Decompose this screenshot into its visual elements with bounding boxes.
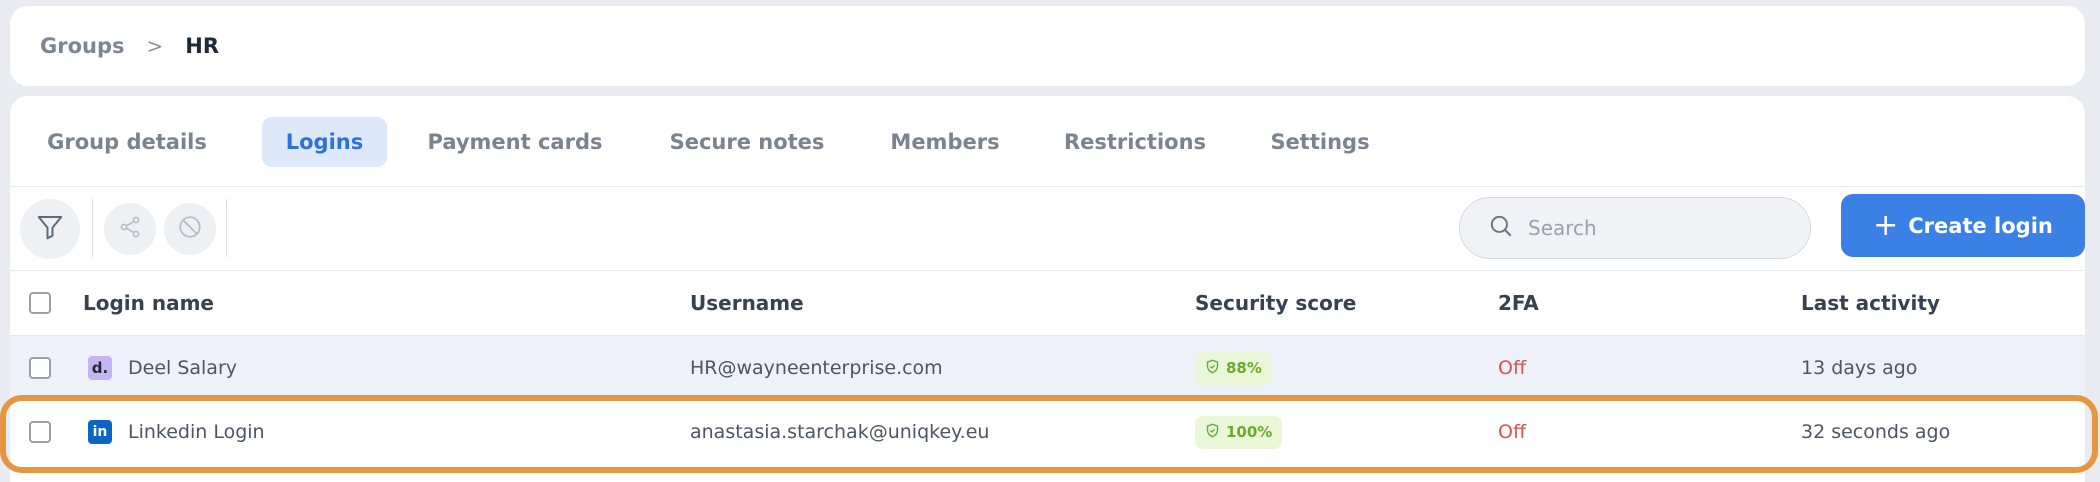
tab-settings[interactable]: Settings bbox=[1255, 117, 1385, 167]
search-field[interactable] bbox=[1459, 197, 1811, 259]
toolbar-divider bbox=[226, 199, 227, 257]
toolbar-divider bbox=[92, 199, 93, 257]
shield-check-icon bbox=[1205, 423, 1220, 442]
login-name-cell: in Linkedin Login bbox=[88, 400, 265, 464]
username-cell: anastasia.starchak@uniqkey.eu bbox=[690, 421, 990, 443]
share-button[interactable] bbox=[104, 203, 156, 255]
breadcrumb: Groups > HR bbox=[10, 6, 2085, 86]
last-activity-cell: 13 days ago bbox=[1801, 357, 1918, 379]
filter-icon bbox=[35, 212, 65, 246]
tab-secure-notes[interactable]: Secure notes bbox=[652, 117, 842, 167]
last-activity-cell: 32 seconds ago bbox=[1801, 421, 1951, 443]
table-header: Login name Username Security score 2FA L… bbox=[10, 271, 2085, 336]
share-icon bbox=[118, 215, 142, 243]
login-name[interactable]: Linkedin Login bbox=[128, 421, 265, 443]
tab-members[interactable]: Members bbox=[880, 117, 1010, 167]
linkedin-logo-icon: in bbox=[88, 420, 112, 444]
breadcrumb-current: HR bbox=[185, 34, 220, 58]
table-row[interactable]: in Linkedin Login anastasia.starchak@uni… bbox=[10, 400, 2085, 464]
security-score-cell: 100% bbox=[1195, 400, 1283, 464]
search-input[interactable] bbox=[1528, 216, 1778, 240]
twofa-cell: Off bbox=[1498, 357, 1527, 379]
tab-payment-cards[interactable]: Payment cards bbox=[420, 117, 610, 167]
create-login-label: Create login bbox=[1908, 213, 2053, 238]
column-username[interactable]: Username bbox=[690, 291, 804, 315]
security-score-value: 100% bbox=[1226, 423, 1273, 441]
tab-group-details[interactable]: Group details bbox=[40, 117, 214, 167]
twofa-cell: Off bbox=[1498, 421, 1527, 443]
breadcrumb-groups-link[interactable]: Groups bbox=[40, 34, 125, 58]
username-cell: HR@wayneenterprise.com bbox=[690, 357, 943, 379]
security-score-badge: 88% bbox=[1195, 351, 1272, 385]
search-icon bbox=[1488, 213, 1514, 243]
tab-logins[interactable]: Logins bbox=[262, 117, 387, 167]
login-name-cell: d. Deel Salary bbox=[88, 336, 237, 400]
column-security-score[interactable]: Security score bbox=[1195, 291, 1356, 315]
row-checkbox[interactable] bbox=[29, 357, 51, 379]
table-row[interactable]: d. Deel Salary HR@wayneenterprise.com 88… bbox=[10, 336, 2085, 400]
chevron-right-icon: > bbox=[146, 34, 164, 58]
column-last-activity[interactable]: Last activity bbox=[1801, 291, 1940, 315]
plus-icon: + bbox=[1873, 207, 1899, 243]
select-all-checkbox[interactable] bbox=[29, 292, 51, 314]
main-panel: Group details Logins Payment cards Secur… bbox=[10, 96, 2085, 482]
tab-restrictions[interactable]: Restrictions bbox=[1050, 117, 1220, 167]
deel-logo-icon: d. bbox=[88, 356, 112, 380]
row-checkbox[interactable] bbox=[29, 421, 51, 443]
security-score-cell: 88% bbox=[1195, 336, 1272, 400]
filter-button[interactable] bbox=[20, 199, 80, 259]
security-score-badge: 100% bbox=[1195, 415, 1283, 449]
login-name[interactable]: Deel Salary bbox=[128, 357, 237, 379]
column-2fa[interactable]: 2FA bbox=[1498, 291, 1539, 315]
tab-bar: Group details Logins Payment cards Secur… bbox=[10, 96, 2085, 187]
security-score-value: 88% bbox=[1226, 359, 1262, 377]
create-login-button[interactable]: + Create login bbox=[1841, 194, 2085, 257]
block-button[interactable] bbox=[164, 203, 216, 255]
shield-check-icon bbox=[1205, 359, 1220, 378]
block-icon bbox=[177, 214, 203, 244]
column-login-name[interactable]: Login name bbox=[83, 291, 214, 315]
